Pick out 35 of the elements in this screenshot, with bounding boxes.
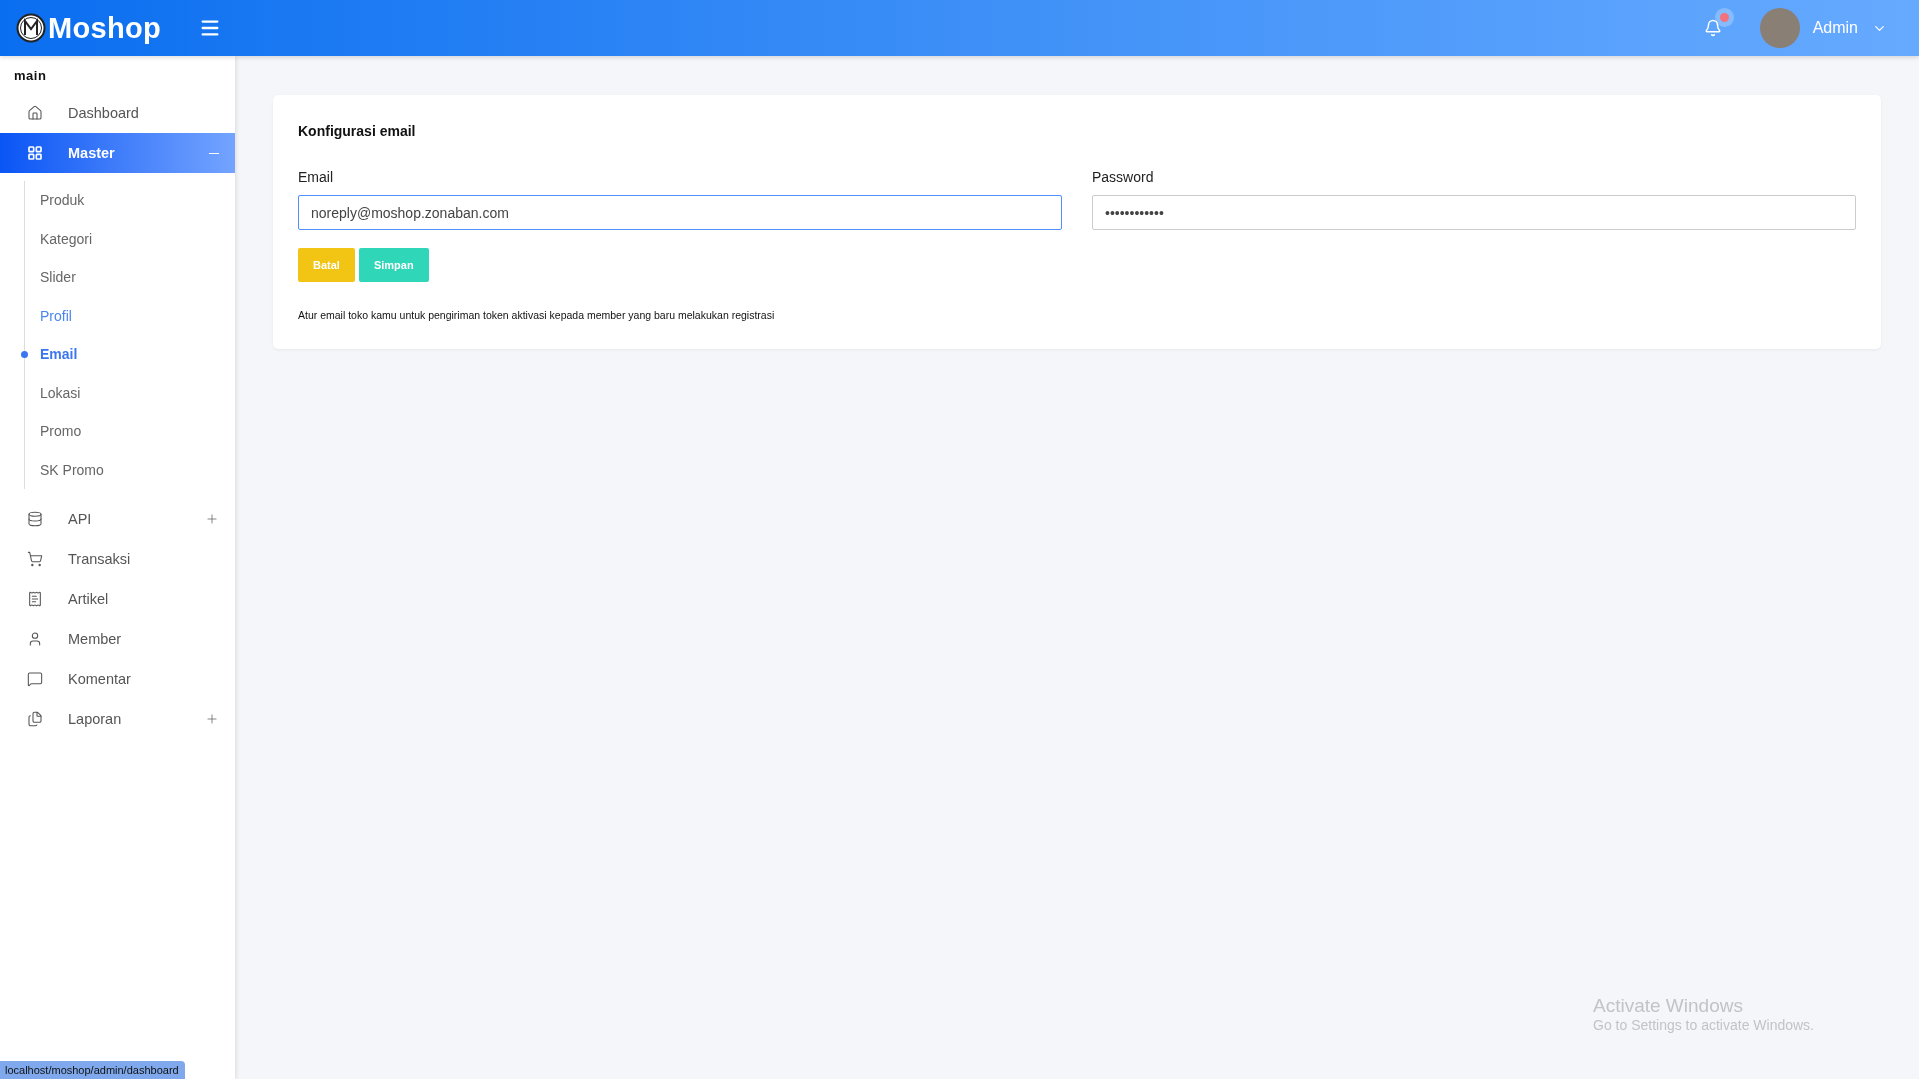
menu-item-icon bbox=[27, 511, 43, 527]
menu-item-icon bbox=[27, 591, 43, 607]
menu-item-icon bbox=[27, 551, 43, 567]
submenu-item[interactable]: Kategori bbox=[25, 219, 235, 258]
sidebar-item[interactable]: Member bbox=[0, 619, 235, 659]
logo-icon bbox=[16, 13, 46, 43]
submenu-item[interactable]: Slider bbox=[25, 258, 235, 297]
sidebar-item[interactable]: Master bbox=[0, 133, 235, 173]
field-label: Email bbox=[298, 169, 334, 185]
section-title: main bbox=[13, 68, 48, 83]
input-field[interactable]: •••••••••••• bbox=[1092, 195, 1856, 230]
menu-item-icon bbox=[27, 145, 43, 161]
card-title: Konfigurasi email bbox=[298, 123, 417, 139]
sidebar-item[interactable]: Dashboard bbox=[0, 93, 235, 133]
status-url: localhost/moshop/admin/dashboard bbox=[0, 1061, 185, 1079]
sidebar-item[interactable]: Laporan bbox=[0, 699, 235, 739]
sidebar-item[interactable]: Artikel bbox=[0, 579, 235, 619]
submenu-item[interactable]: Produk bbox=[25, 181, 235, 220]
avatar bbox=[1759, 8, 1800, 48]
field-label: Password bbox=[1092, 169, 1155, 185]
submenu-item[interactable]: Promo bbox=[25, 412, 235, 451]
menu-item-icon bbox=[27, 631, 43, 647]
submenu-item[interactable]: SK Promo bbox=[25, 450, 235, 489]
sidebar-item[interactable]: Transaksi bbox=[0, 539, 235, 579]
menu-item-icon bbox=[27, 105, 43, 121]
input-field[interactable]: noreply@moshop.zonaban.com bbox=[298, 195, 1062, 230]
notification-button[interactable] bbox=[1703, 19, 1722, 37]
sidebar-item[interactable]: Komentar bbox=[0, 659, 235, 699]
submenu-item[interactable]: Profil bbox=[25, 296, 235, 335]
help-text: Atur email toko kamu untuk pengiriman token aktivasi kepada member yang baru melakukan registrasi bbox=[298, 309, 776, 321]
logo-text: Moshop bbox=[48, 11, 161, 45]
sidebar-item[interactable]: API bbox=[0, 499, 235, 539]
submenu-item[interactable]: Lokasi bbox=[25, 373, 235, 412]
menu-item-icon bbox=[27, 671, 43, 687]
menu-item-icon bbox=[27, 711, 43, 727]
